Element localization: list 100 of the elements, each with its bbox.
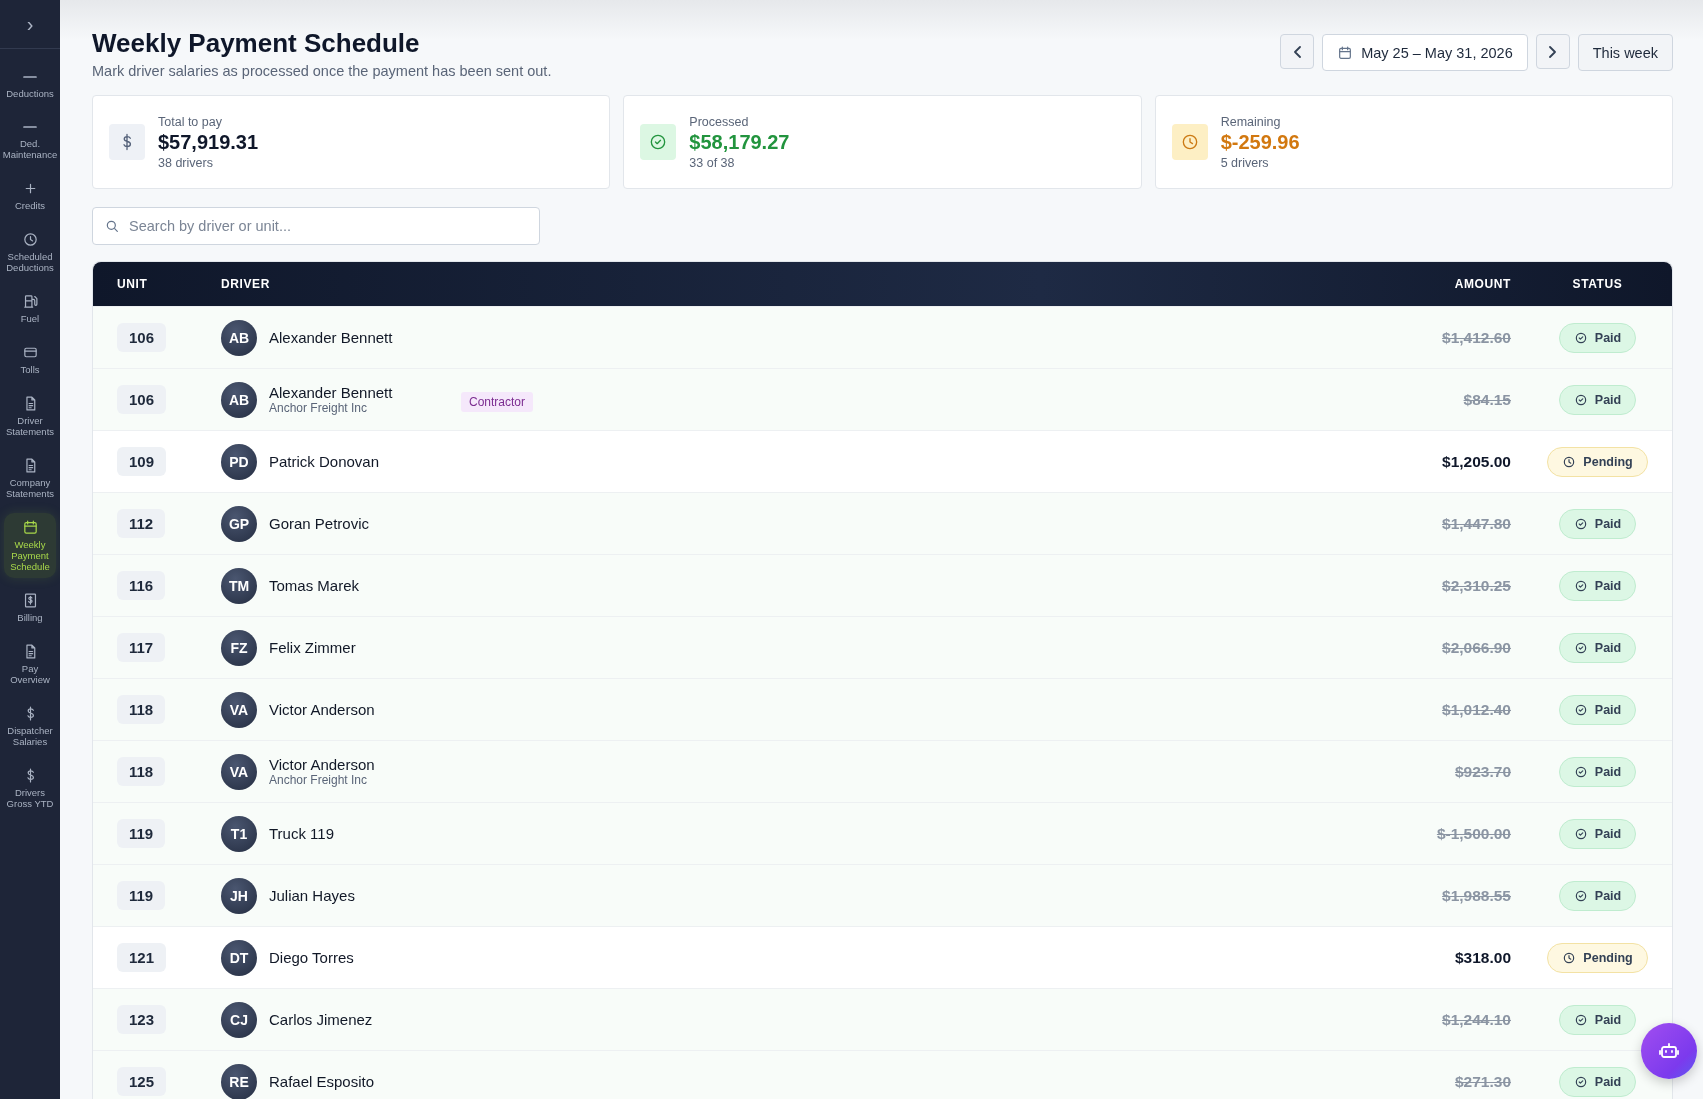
avatar: AB (221, 319, 257, 356)
column-header: UNIT (117, 277, 149, 291)
sidebar-item[interactable]: Drivers Gross YTD (4, 761, 56, 815)
driver-name: Rafael Esposito (269, 1073, 376, 1090)
paid-status-button[interactable]: Paid (1558, 1066, 1637, 1097)
sidebar-item[interactable]: Fuel (4, 287, 56, 330)
check-circle-icon (1573, 1012, 1588, 1027)
pending-status-button[interactable]: Pending (1547, 446, 1648, 477)
check-circle-icon (1573, 1074, 1588, 1089)
unit-badge: 118 (117, 695, 166, 724)
unit-badge: 116 (117, 571, 166, 600)
chevron-right-icon (1549, 45, 1557, 58)
sidebar-item[interactable]: Pay Overview (4, 637, 56, 691)
driver-name: Goran Petrovic (269, 515, 371, 532)
calendar-icon (21, 519, 39, 536)
avatar: PD (221, 443, 257, 480)
previous-week-button[interactable] (1280, 34, 1315, 69)
card-note: 33 of 38 (689, 155, 736, 170)
this-week-button[interactable]: This week (1577, 34, 1673, 71)
column-header: AMOUNT (1453, 277, 1511, 291)
table-row[interactable]: 116 TM Tomas Marek $2,310.25 Paid (93, 554, 1672, 616)
paid-status-button[interactable]: Paid (1558, 570, 1637, 601)
paid-status-button[interactable]: Paid (1558, 880, 1637, 911)
amount: $1,244.10 (1442, 1010, 1511, 1028)
table-row[interactable]: 118 VA Victor Anderson $1,012.40 Paid (93, 678, 1672, 740)
sidebar-item[interactable]: Company Statements (4, 451, 56, 505)
paid-status-button[interactable]: Paid (1558, 632, 1637, 663)
card-note: 5 drivers (1220, 155, 1270, 170)
sidebar-item[interactable]: Weekly Payment Schedule (4, 513, 56, 578)
page-title: Weekly Payment Schedule (92, 28, 421, 59)
company-name: Anchor Freight Inc (269, 401, 369, 415)
unit-badge: 118 (117, 757, 166, 786)
paid-status-button[interactable]: Paid (1558, 322, 1637, 353)
amount: $318.00 (1454, 948, 1511, 966)
table-row[interactable]: 106 AB Alexander Bennett $1,412.60 Paid (93, 306, 1672, 368)
paid-status-button[interactable]: Paid (1558, 694, 1637, 725)
paid-status-button[interactable]: Paid (1558, 818, 1637, 849)
date-range-button[interactable]: May 25 – May 31, 2026 (1322, 34, 1528, 71)
amount: $2,310.25 (1442, 576, 1511, 594)
driver-name: Truck 119 (269, 825, 336, 842)
table-row[interactable]: 119 T1 Truck 119 $-1,500.00 Paid (93, 802, 1672, 864)
amount: $923.70 (1454, 762, 1511, 780)
search-icon (104, 218, 120, 234)
check-circle-icon (1573, 640, 1588, 655)
avatar: VA (221, 691, 257, 728)
next-week-button[interactable] (1535, 34, 1570, 69)
sidebar-item[interactable]: Ded. Maintenance (4, 113, 56, 166)
clock-icon (1562, 950, 1577, 965)
paid-status-button[interactable]: Paid (1558, 756, 1637, 787)
driver-name: Victor Anderson (269, 701, 376, 718)
clock-icon (1562, 454, 1577, 469)
sidebar-item[interactable]: Billing (4, 586, 56, 629)
driver-name: Julian Hayes (269, 887, 356, 904)
sidebar-item[interactable]: Dispatcher Salaries (4, 699, 56, 753)
search-field[interactable]: Search by driver or unit... (92, 207, 540, 245)
avatar: AB (221, 381, 257, 418)
card-label: Total to pay (158, 114, 223, 129)
driver-name: Alexander Bennett (269, 329, 394, 346)
paid-status-button[interactable]: Paid (1558, 508, 1637, 539)
check-circle-icon (1573, 764, 1588, 779)
amount: $1,988.55 (1442, 886, 1511, 904)
fuel-pump-icon (21, 293, 39, 310)
unit-badge: 125 (117, 1067, 167, 1096)
sidebar-item[interactable]: Credits (4, 174, 56, 217)
unit-badge: 106 (117, 323, 167, 352)
sidebar-item[interactable]: Tolls (4, 338, 56, 381)
minus-icon (23, 76, 37, 78)
table-row[interactable]: 117 FZ Felix Zimmer $2,066.90 Paid (93, 616, 1672, 678)
table-row[interactable]: 118 VA Victor Anderson Anchor Freight Inc $923.70 Paid (93, 740, 1672, 802)
check-circle-icon (1573, 330, 1588, 345)
table-row[interactable]: 125 RE Rafael Esposito $271.30 Paid (93, 1050, 1672, 1099)
clock-icon (1171, 124, 1208, 160)
table-row[interactable]: 112 GP Goran Petrovic $1,447.80 Paid (93, 492, 1672, 554)
amount: $1,447.80 (1442, 514, 1511, 532)
check-circle-icon (1573, 888, 1588, 903)
table-row[interactable]: 119 JH Julian Hayes $1,988.55 Paid (93, 864, 1672, 926)
sidebar-item[interactable]: Driver Statements (4, 389, 56, 443)
avatar: FZ (221, 629, 257, 666)
driver-name: Carlos Jimenez (269, 1011, 374, 1028)
card-value: $-259.96 (1220, 130, 1300, 154)
table-row[interactable]: 106 AB Alexander Bennett Anchor Freight Inc Contractor $84.15 Paid (93, 368, 1672, 430)
paid-status-button[interactable]: Paid (1558, 384, 1637, 415)
table-row[interactable]: 123 CJ Carlos Jimenez $1,244.10 Paid (93, 988, 1672, 1050)
unit-badge: 123 (117, 1005, 167, 1034)
amount: $-1,500.00 (1436, 824, 1511, 842)
amount: $1,205.00 (1442, 452, 1511, 470)
avatar: T1 (221, 815, 257, 852)
sidebar-item[interactable]: Deductions (4, 63, 56, 105)
driver-name: Alexander Bennett (269, 384, 394, 401)
amount: $271.30 (1454, 1072, 1511, 1090)
sidebar-item[interactable]: Scheduled Deductions (4, 225, 56, 279)
calendar-icon (1337, 44, 1354, 61)
check-circle-icon (1573, 826, 1588, 841)
driver-name: Diego Torres (269, 949, 355, 966)
paid-status-button[interactable]: Paid (1558, 1004, 1637, 1035)
pending-status-button[interactable]: Pending (1547, 942, 1648, 973)
sidebar-toggle[interactable]: › (26, 12, 34, 36)
minus-icon (23, 126, 37, 128)
dollar-icon (109, 124, 145, 160)
avatar: VA (221, 753, 257, 790)
